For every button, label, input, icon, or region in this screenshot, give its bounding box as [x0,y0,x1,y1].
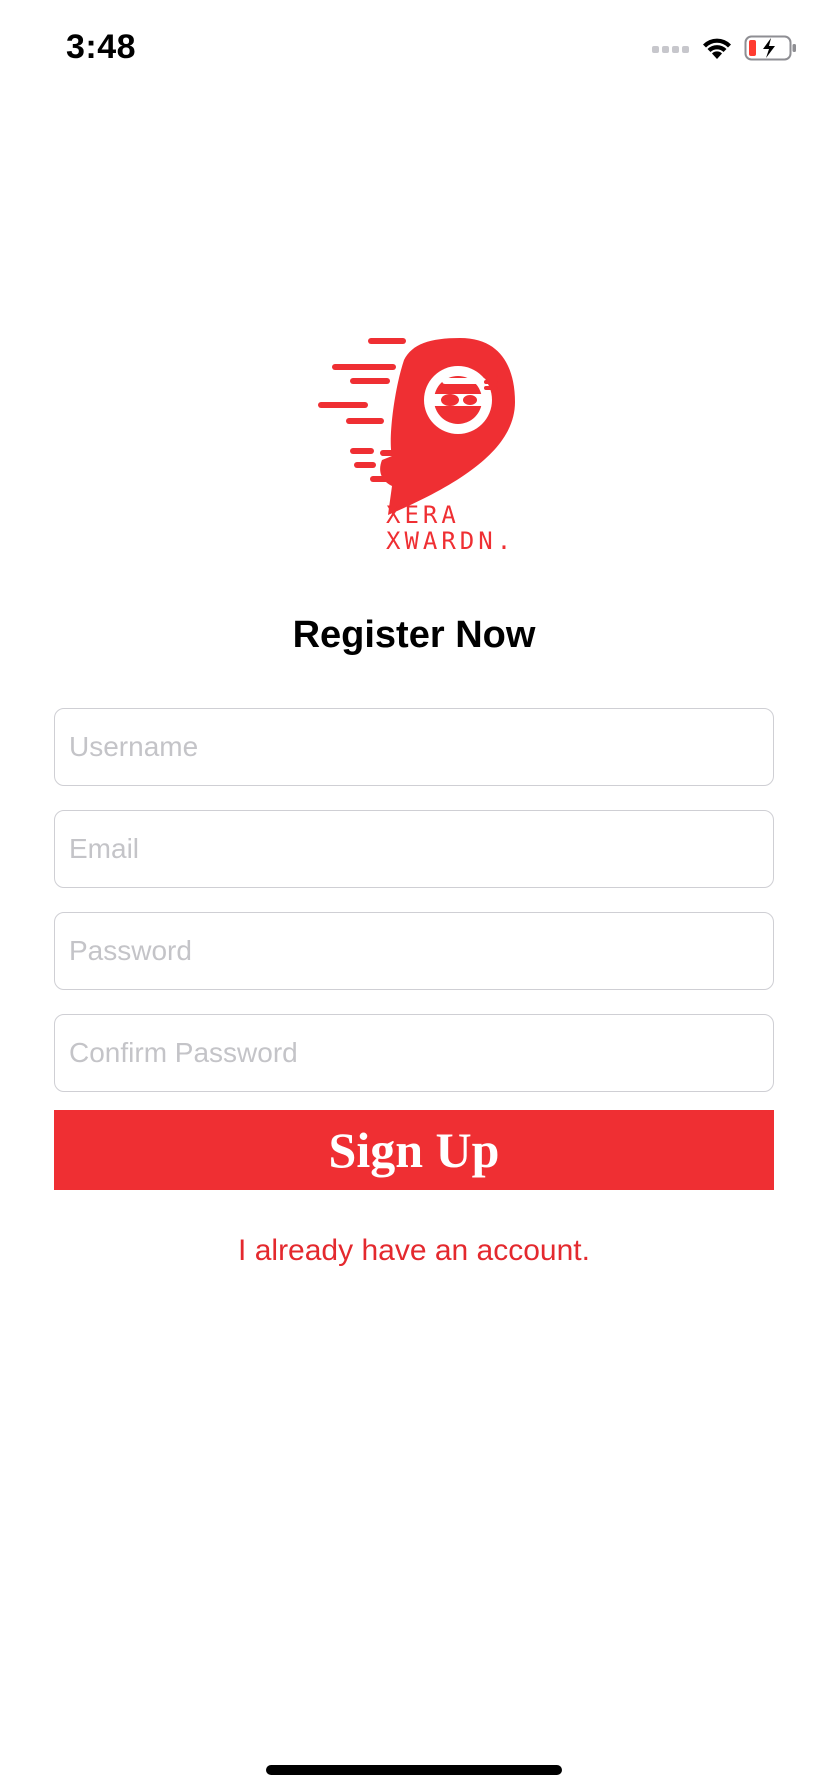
login-link[interactable]: I already have an account. [0,1234,828,1268]
logo-wordmark-line1: XERA [386,501,460,529]
logo-wordmark: XERA XWARDN. [386,502,515,554]
confirm-password-field[interactable] [54,1014,774,1092]
username-field[interactable] [54,708,774,786]
signal-icon [652,41,690,59]
logo-wordmark-line2: XWARDN. [386,527,516,555]
status-icons [652,34,798,66]
sign-up-button[interactable]: Sign Up [54,1110,774,1190]
email-field[interactable] [54,810,774,888]
password-field[interactable] [54,912,774,990]
page-title: Register Now [292,614,536,656]
status-time: 3:48 [66,28,137,66]
wifi-icon [700,35,734,66]
home-indicator[interactable] [266,1765,562,1775]
battery-charging-icon [744,35,798,66]
status-bar: 3:48 [0,0,828,100]
